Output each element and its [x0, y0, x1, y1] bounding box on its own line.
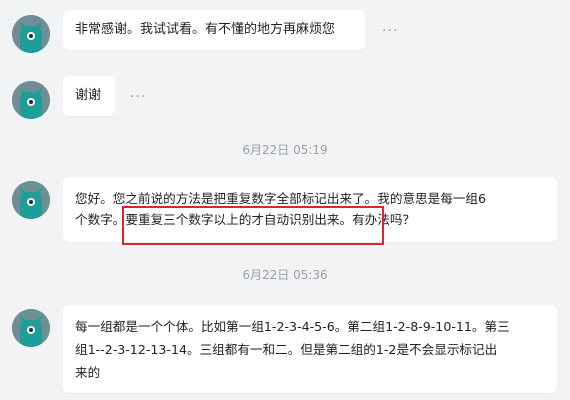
teal-cat-avatar-icon: [12, 309, 50, 347]
more-dots-icon[interactable]: ···: [130, 90, 146, 104]
message-row: 每一组都是一个个体。比如第一组1-2-3-4-5-6。第二组1-2-8-9-10…: [0, 305, 570, 395]
message-text: 谢谢: [75, 88, 102, 103]
teal-cat-avatar-icon: [12, 181, 50, 219]
avatar[interactable]: [12, 309, 50, 347]
avatar[interactable]: [12, 81, 50, 119]
message-bubble[interactable]: 谢谢: [63, 76, 115, 116]
message-row: 谢谢 ···: [0, 76, 570, 120]
teal-cat-avatar-icon: [12, 81, 50, 119]
message-text: 非常感谢。我试试看。有不懂的地方再麻烦您: [75, 22, 336, 37]
avatar[interactable]: [12, 15, 50, 53]
message-bubble[interactable]: 每一组都是一个个体。比如第一组1-2-3-4-5-6。第二组1-2-8-9-10…: [63, 305, 557, 393]
message-bubble[interactable]: 非常感谢。我试试看。有不懂的地方再麻烦您: [63, 10, 365, 50]
message-row: 您好。您之前说的方法是把重复数字全部标记出来了。我的意思是每一组6 个数字。要重…: [0, 177, 570, 245]
message-row: 非常感谢。我试试看。有不懂的地方再麻烦您 ···: [0, 10, 570, 54]
message-line: 来的: [75, 365, 101, 380]
teal-cat-avatar-icon: [12, 15, 50, 53]
message-line: 每一组都是一个个体。比如第一组1-2-3-4-5-6。第二组1-2-8-9-10…: [75, 319, 510, 334]
avatar[interactable]: [12, 181, 50, 219]
timestamp: 6月22日 05:36: [242, 268, 328, 282]
message-line: 您好。您之前说的方法是把重复数字全部标记出来了。我的意思是每一组6: [75, 191, 487, 206]
message-line: 个数字。要重复三个数字以上的才自动识别出来。有办法吗？: [75, 212, 416, 227]
more-dots-icon[interactable]: ···: [382, 24, 398, 38]
message-bubble[interactable]: 您好。您之前说的方法是把重复数字全部标记出来了。我的意思是每一组6 个数字。要重…: [63, 177, 557, 242]
timestamp: 6月22日 05:19: [242, 143, 328, 157]
message-line: 组1--2-3-12-13-14。三组都有一和二。但是第二组的1-2是不会显示标…: [75, 342, 498, 357]
